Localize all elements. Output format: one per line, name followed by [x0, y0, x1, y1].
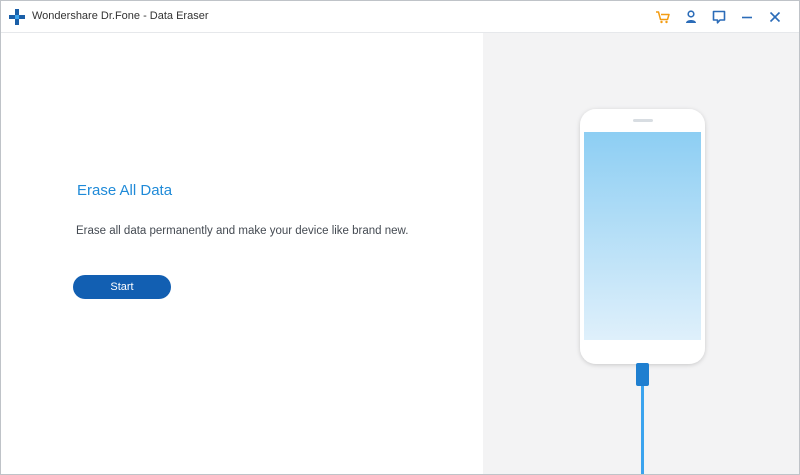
title-bar: Wondershare Dr.Fone - Data Eraser: [1, 1, 799, 33]
close-button[interactable]: [766, 8, 784, 26]
cable-connector: [636, 363, 649, 386]
illustration-panel: [483, 33, 799, 474]
content-panel: Erase All Data Erase all data permanentl…: [1, 33, 483, 474]
phone-screen: [584, 132, 701, 340]
close-icon: [769, 11, 781, 23]
feedback-button[interactable]: [710, 8, 728, 26]
window-title: Wondershare Dr.Fone - Data Eraser: [32, 10, 209, 22]
app-window: Wondershare Dr.Fone - Data Eraser Erase …: [0, 0, 800, 475]
cart-button[interactable]: [654, 8, 672, 26]
phone-speaker: [633, 119, 653, 122]
start-button[interactable]: Start: [73, 275, 171, 299]
minimize-icon: [742, 16, 752, 19]
phone-illustration: [580, 109, 705, 474]
user-icon: [686, 10, 696, 23]
account-button[interactable]: [682, 8, 700, 26]
drfone-logo-icon: [9, 9, 25, 25]
page-description: Erase all data permanently and make your…: [76, 225, 409, 237]
minimize-button[interactable]: [738, 8, 756, 26]
cart-icon: [656, 11, 670, 24]
feedback-icon: [712, 10, 726, 24]
page-title: Erase All Data: [77, 182, 173, 199]
